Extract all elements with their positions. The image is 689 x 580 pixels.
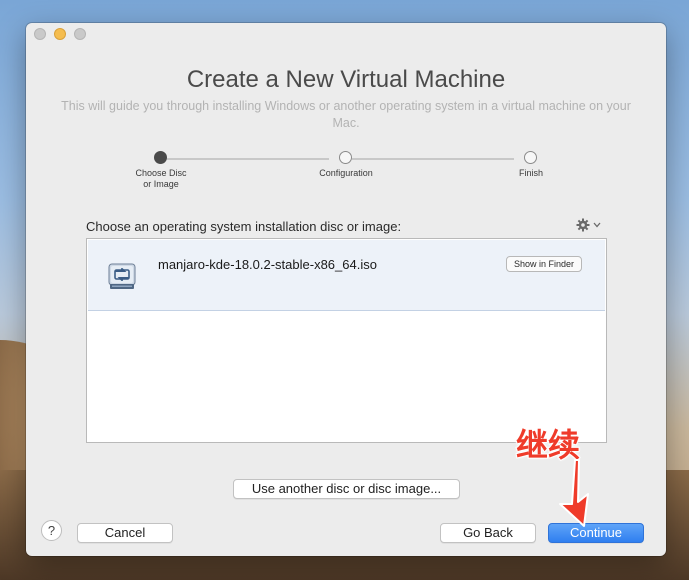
zoom-window-button[interactable] [74,28,86,40]
disc-image-list[interactable]: manjaro-kde-18.0.2-stable-x86_64.iso Sho… [86,238,607,443]
go-back-button[interactable]: Go Back [440,523,536,543]
step-label-choose-disc: Choose Disc or Image [135,168,187,189]
help-button[interactable]: ? [41,520,62,541]
step-label-finish: Finish [518,168,543,178]
step-dot-finish [524,151,537,164]
close-window-button[interactable] [34,28,46,40]
settings-menu-button[interactable] [576,218,601,232]
minimize-window-button[interactable] [54,28,66,40]
disc-image-filename: manjaro-kde-18.0.2-stable-x86_64.iso [158,257,377,272]
page-title: Create a New Virtual Machine [186,66,506,93]
step-connector [352,158,514,160]
list-item[interactable]: manjaro-kde-18.0.2-stable-x86_64.iso Sho… [88,240,605,311]
chevron-down-icon [593,222,601,228]
cancel-button[interactable]: Cancel [77,523,173,543]
step-connector [167,158,329,160]
list-caption: Choose an operating system installation … [86,219,402,234]
disc-image-icon [107,262,137,292]
show-in-finder-button[interactable]: Show in Finder [506,256,583,272]
step-label-configuration: Configuration [319,168,373,178]
annotation-arrow-icon [559,459,589,527]
traffic-lights [34,28,86,40]
step-dot-configuration [339,151,352,164]
use-another-disc-button[interactable]: Use another disc or disc image... [233,479,460,499]
gear-icon [576,218,590,232]
page-subtitle: This will guide you through installing W… [61,99,631,130]
wizard-steps: Choose Disc or Image Configuration Finis… [26,151,666,201]
step-dot-choose-disc [154,151,167,164]
